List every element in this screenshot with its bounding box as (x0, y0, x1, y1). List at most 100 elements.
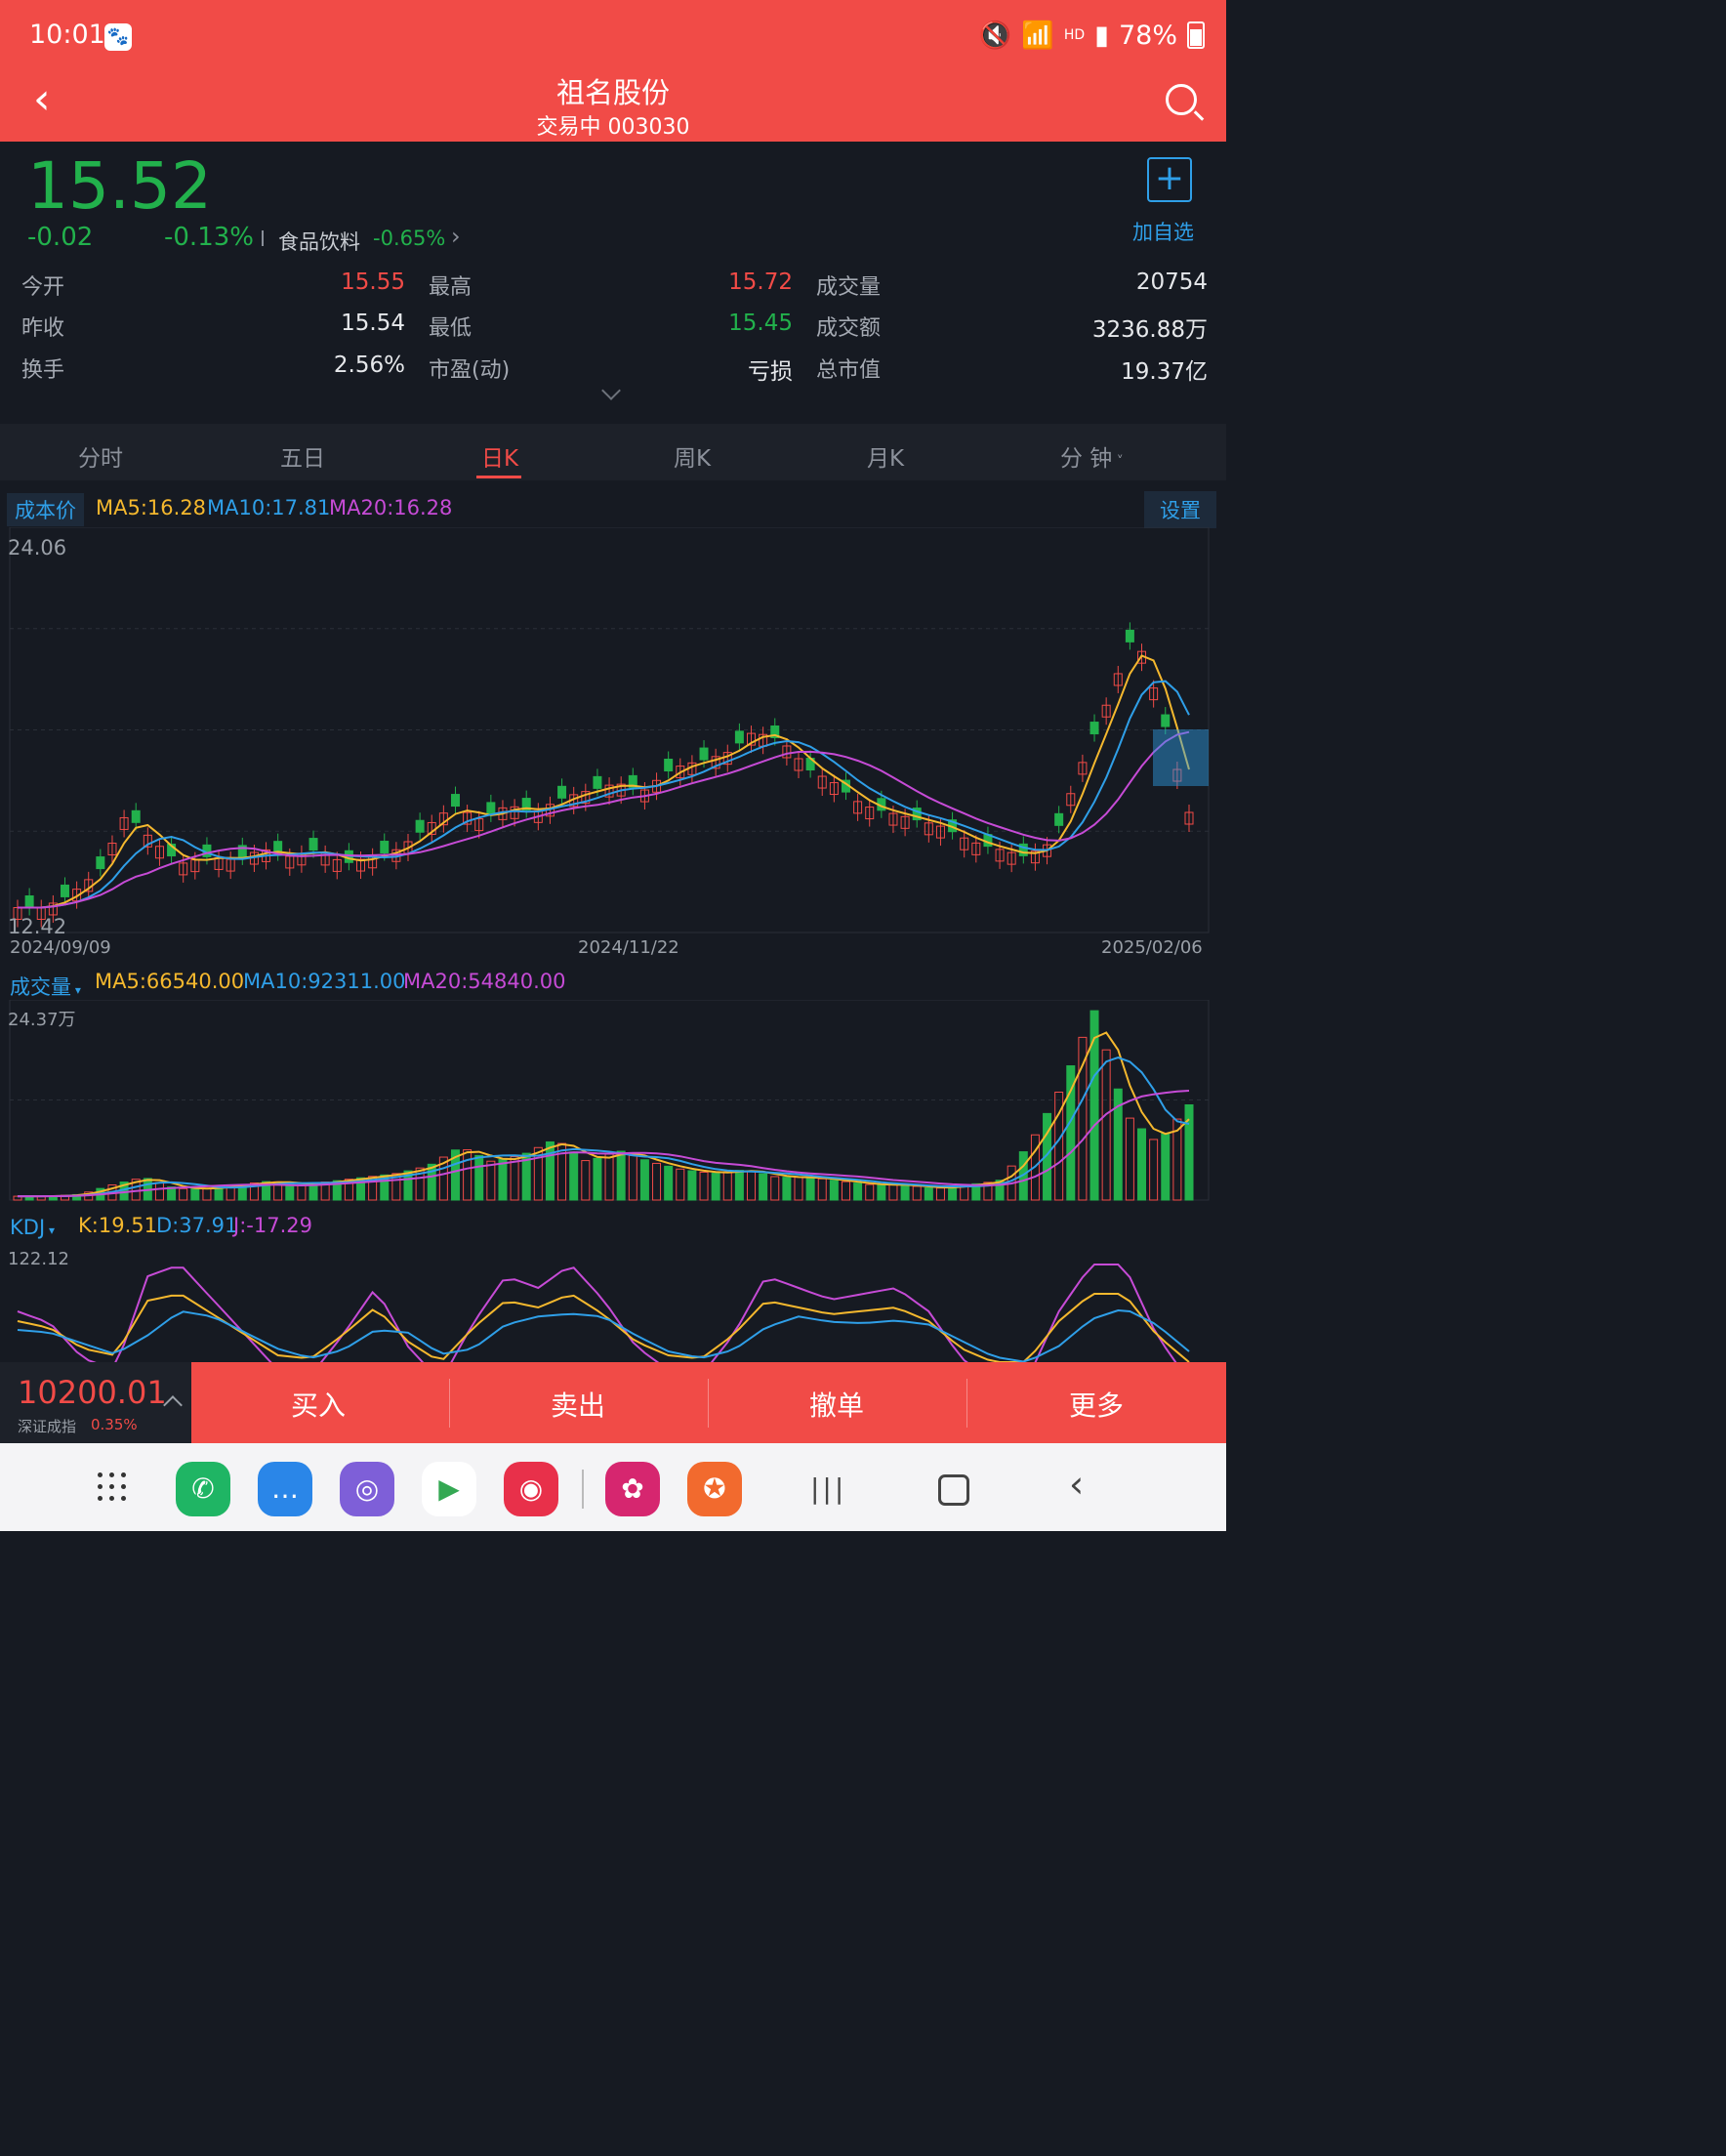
caret-down-icon: ▾ (45, 1223, 55, 1237)
sell-button[interactable]: 卖出 (551, 1385, 605, 1424)
volume-bar (1125, 1117, 1134, 1201)
volume-bar (711, 1173, 720, 1201)
add-watchlist-button[interactable]: + (1147, 157, 1192, 202)
volume-bar (498, 1158, 508, 1201)
play-store-icon[interactable]: ▶ (422, 1462, 476, 1516)
cost-price-button[interactable]: 成本价 (7, 493, 84, 526)
volume-bar (948, 1185, 958, 1201)
volume-bar (794, 1177, 803, 1201)
stat-value: 15.54 (341, 311, 405, 336)
current-price: 15.52 (27, 148, 212, 224)
page-title: 祖名股份 (555, 76, 670, 109)
divider (262, 230, 264, 246)
candle-body (96, 856, 105, 870)
candle-body (1054, 812, 1064, 826)
tab-monthly-k[interactable]: 月K (867, 439, 904, 473)
candle-body (60, 884, 69, 897)
kdj-indicator-select[interactable]: KDJ ▾ (10, 1216, 55, 1239)
chart-settings-button[interactable]: 设置 (1144, 491, 1216, 528)
cancel-order-button[interactable]: 撤单 (809, 1385, 864, 1424)
volume-bar (154, 1182, 164, 1201)
volume-bar (510, 1156, 519, 1201)
volume-bar (722, 1171, 732, 1201)
volume-bar (912, 1185, 922, 1201)
candle-body (380, 841, 390, 854)
stat-label: 昨收 (21, 316, 65, 341)
index-change: 0.35% (91, 1416, 138, 1433)
back-nav-button[interactable]: ‹ (1069, 1463, 1084, 1506)
tab-five-day[interactable]: 五日 (280, 439, 325, 473)
mute-icon: 🔇 (978, 21, 1012, 51)
tab-intraday[interactable]: 分时 (78, 439, 123, 473)
volume-bar (853, 1182, 863, 1201)
price-change: -0.02 (27, 223, 94, 252)
volume-bar (1161, 1133, 1171, 1201)
candle-body (593, 775, 602, 789)
chevron-down-icon[interactable] (601, 381, 621, 400)
volume-bar (699, 1171, 709, 1201)
selection-highlight (1153, 729, 1209, 786)
kdj-label: KDJ (10, 1216, 46, 1239)
wifi-icon: 📶 (1021, 21, 1054, 51)
volume-bar (900, 1184, 910, 1201)
volume-bar (545, 1140, 555, 1201)
chevron-right-icon[interactable]: › (451, 223, 461, 250)
tab-minute[interactable]: 分 钟 ˅ (1060, 439, 1124, 473)
stat-value: 15.45 (728, 311, 793, 336)
date-label-end: 2025/02/06 (1101, 937, 1203, 958)
volume-bar (593, 1157, 602, 1201)
candle-body (24, 895, 34, 908)
tab-weekly-k[interactable]: 周K (674, 439, 711, 473)
candlestick-chart[interactable] (0, 527, 1226, 957)
stock-app-icon[interactable]: ✪ (687, 1462, 742, 1516)
home-button[interactable] (938, 1474, 969, 1506)
recent-apps-button[interactable]: ||| (810, 1472, 846, 1505)
chevron-down-icon: ˅ (1112, 454, 1124, 470)
stat-value: 20754 (1135, 270, 1208, 295)
messages-app-icon[interactable]: … (258, 1462, 312, 1516)
candle-body (557, 785, 567, 799)
ma20-line (18, 730, 1190, 909)
ma5-line (18, 654, 1190, 909)
more-button[interactable]: 更多 (1069, 1385, 1124, 1424)
volume-indicator-select[interactable]: 成交量 ▾ (10, 972, 81, 1001)
period-tabs (0, 424, 1226, 480)
dock-divider (582, 1470, 584, 1509)
candle-body (415, 819, 425, 833)
stat-value: 2.56% (333, 352, 405, 378)
search-icon[interactable] (1166, 84, 1197, 115)
volume-bar (190, 1187, 200, 1201)
flower-app-icon[interactable]: ✿ (605, 1462, 660, 1516)
stat-label: 成交额 (816, 316, 882, 341)
apps-grid-icon[interactable] (98, 1472, 129, 1504)
kdj-y-max: 122.12 (8, 1249, 69, 1269)
camera-app-icon[interactable]: ◉ (504, 1462, 558, 1516)
tab-daily-k[interactable]: 日K (481, 439, 518, 473)
tab-minute-label: 分 钟 (1060, 446, 1113, 472)
volume-bar (747, 1170, 757, 1201)
buy-button[interactable]: 买入 (291, 1385, 346, 1424)
volume-bar (628, 1154, 637, 1201)
stat-label: 成交量 (816, 275, 882, 300)
phone-app-icon[interactable]: ✆ (176, 1462, 230, 1516)
volume-bar (877, 1183, 886, 1201)
volume-bar (474, 1154, 484, 1201)
volume-bar (924, 1186, 933, 1201)
kdj-d: D:37.91 (156, 1214, 238, 1237)
volume-bar (1149, 1139, 1159, 1201)
network-label: HD (1063, 27, 1086, 43)
candle-body (486, 802, 496, 815)
divider (708, 1379, 709, 1428)
internet-app-icon[interactable]: ◎ (340, 1462, 394, 1516)
volume-bar (865, 1183, 875, 1201)
stat-value: 19.37亿 (1121, 359, 1208, 385)
volume-bar (463, 1149, 473, 1201)
kdj-chart[interactable] (0, 1243, 1226, 1362)
volume-bar (581, 1160, 591, 1201)
add-watchlist-label[interactable]: 加自选 (1132, 217, 1194, 246)
sector-change[interactable]: -0.65% (373, 227, 445, 250)
sector-name[interactable]: 食品饮料 (278, 227, 360, 256)
volume-chart[interactable] (0, 1000, 1226, 1205)
kdj-d-line (17, 1308, 1190, 1362)
volume-bar (888, 1183, 898, 1201)
